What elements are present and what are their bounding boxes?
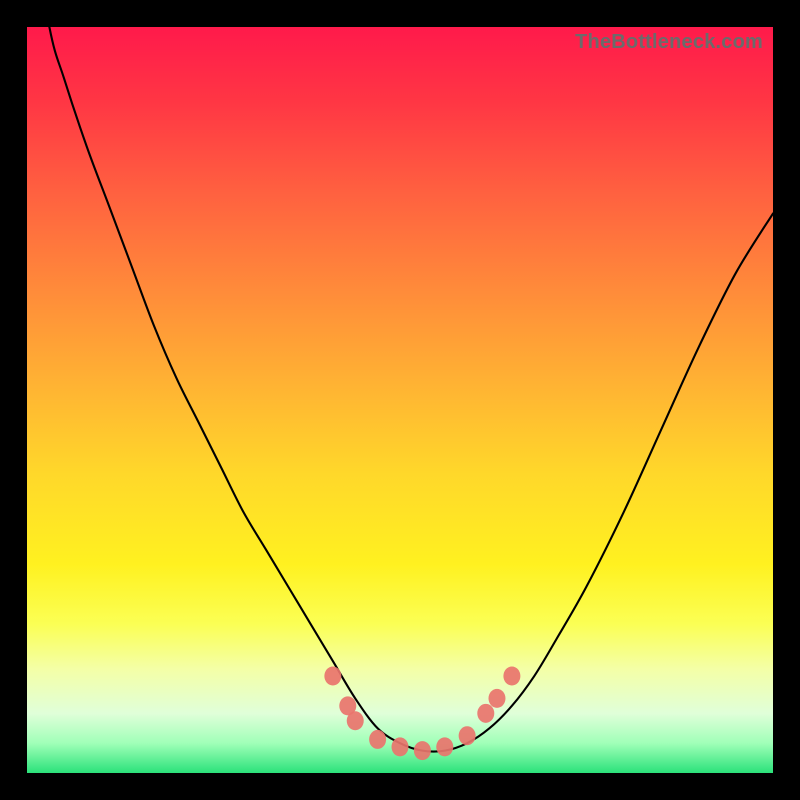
watermark-text: TheBottleneck.com [575,31,763,54]
curve-marker [503,667,520,686]
curve-marker [347,711,364,730]
plot-area: TheBottleneck.com [27,27,773,773]
curve-marker [392,737,409,756]
curve-marker [369,730,386,749]
bottleneck-curve [27,27,773,752]
curve-marker [488,689,505,708]
curve-marker [324,667,341,686]
curve-marker [459,726,476,745]
bottleneck-curve-svg [27,27,773,773]
curve-markers [324,667,520,761]
curve-marker [477,704,494,723]
curve-marker [436,737,453,756]
chart-frame: TheBottleneck.com [0,0,800,800]
curve-marker [414,741,431,760]
